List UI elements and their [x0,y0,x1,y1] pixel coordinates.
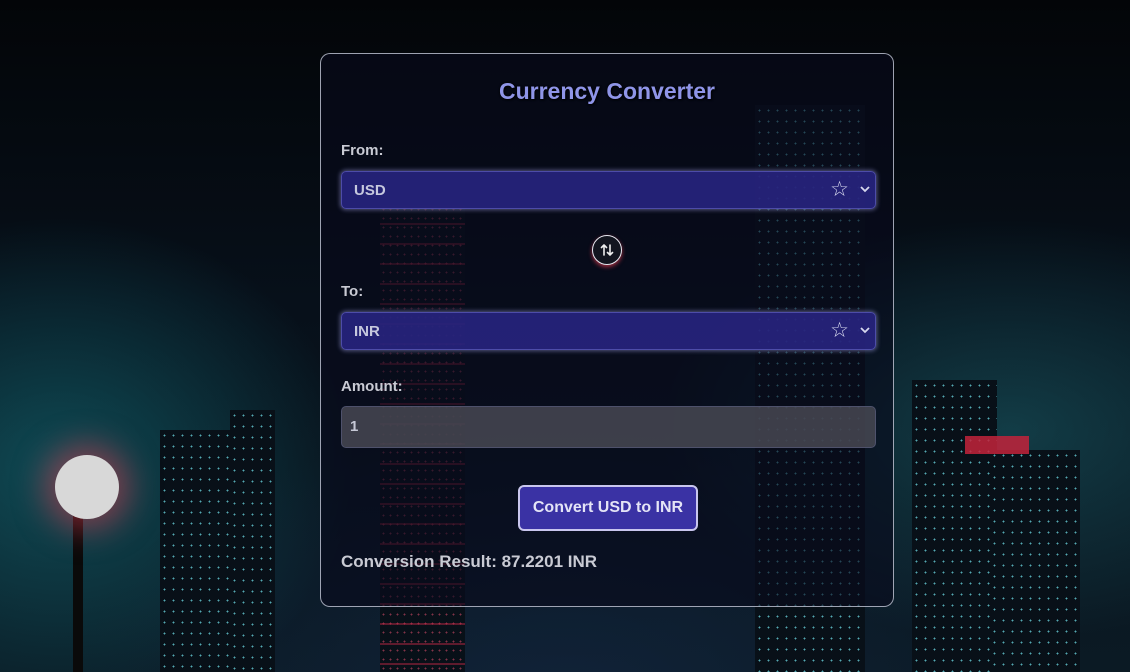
building [990,450,1080,672]
building [230,410,275,672]
to-label: To: [341,283,364,300]
swap-vertical-icon [600,244,614,256]
amount-label: Amount: [341,378,403,395]
building [160,430,240,672]
star-outline-icon[interactable]: ☆ [830,177,849,201]
star-outline-icon[interactable]: ☆ [830,318,849,342]
to-currency-select[interactable]: INR ☆ [341,312,876,350]
page-title: Currency Converter [498,78,716,104]
building [912,380,997,672]
amount-input[interactable]: 1 [341,406,876,448]
chevron-down-icon [860,180,870,200]
converter-card: Currency Converter From: USD ☆ To: INR ☆… [320,53,894,607]
neon-sign [965,436,1029,454]
convert-button[interactable]: Convert USD to INR [518,485,698,531]
conversion-result: Conversion Result: 87.2201 INR [341,552,598,571]
street-lamp [55,455,119,519]
to-currency-value: INR [354,323,380,340]
swap-currencies-button[interactable] [592,235,622,265]
from-currency-select[interactable]: USD ☆ [341,171,876,209]
from-currency-value: USD [354,182,386,199]
chevron-down-icon [860,321,870,341]
lamp-pole [73,515,83,672]
from-label: From: [341,142,384,159]
